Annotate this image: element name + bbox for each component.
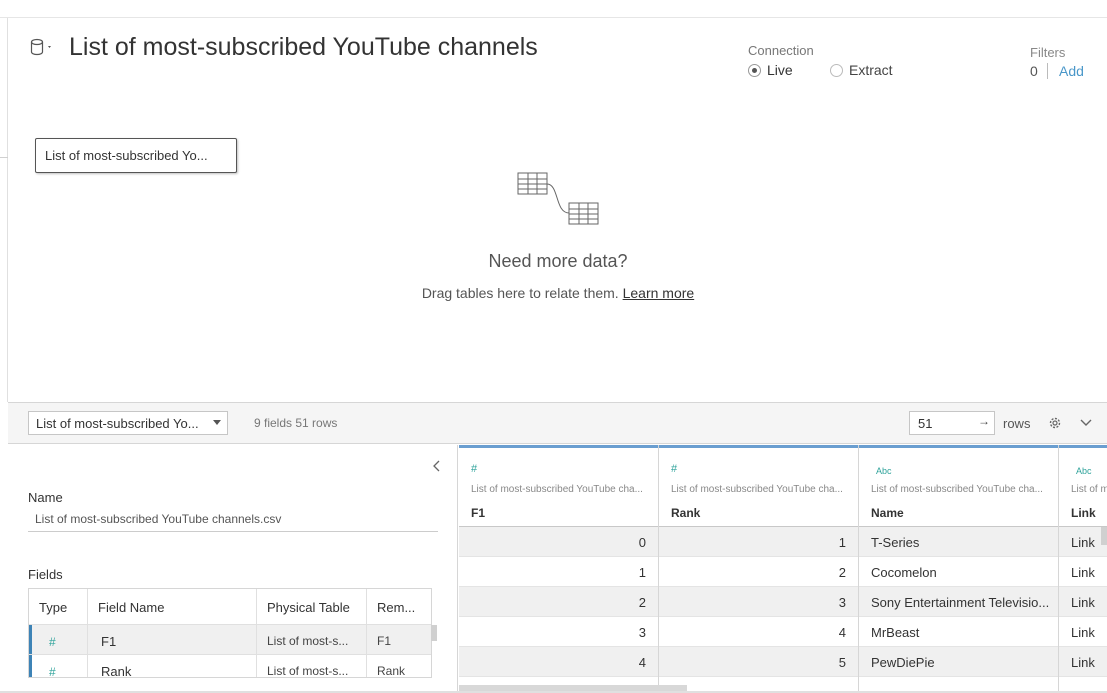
left-edge-panel: [0, 18, 8, 402]
number-type-icon[interactable]: #: [471, 463, 477, 475]
grid-cell[interactable]: PewDiePie: [859, 647, 1058, 677]
grid-cell[interactable]: 4: [459, 647, 658, 677]
grid-column-link: Abc List of m Link Link Link Link Link L…: [1059, 445, 1107, 693]
fields-table-scrollbar[interactable]: [431, 625, 437, 641]
column-source-label: List of most-subscribed YouTube cha...: [471, 484, 643, 495]
grid-cell[interactable]: MrBeast: [859, 617, 1058, 647]
column-source-label: List of most-subscribed YouTube cha...: [671, 484, 843, 495]
extract-radio-label[interactable]: Extract: [849, 62, 893, 78]
logical-table-box[interactable]: List of most-subscribed Yo...: [35, 138, 237, 173]
grid-cell[interactable]: Link: [1059, 557, 1107, 587]
column-source-label: List of m: [1071, 484, 1107, 495]
connection-label: Connection: [748, 43, 814, 58]
grid-cell[interactable]: 2: [459, 587, 658, 617]
number-type-icon[interactable]: #: [29, 625, 88, 654]
column-header-field-name[interactable]: Field Name: [88, 589, 257, 624]
column-header-physical-table[interactable]: Physical Table: [257, 589, 367, 624]
grid-cell[interactable]: 2: [659, 557, 858, 587]
grid-column-header[interactable]: Abc List of m Link: [1059, 445, 1107, 527]
physical-table-cell: List of most-s...: [257, 655, 367, 677]
grid-cell[interactable]: 3: [459, 617, 658, 647]
top-strip: [0, 0, 1107, 18]
grid-cell[interactable]: Sony Entertainment Televisio...: [859, 587, 1058, 617]
left-edge-divider: [0, 157, 8, 158]
column-header-type[interactable]: Type: [29, 589, 88, 624]
grid-cell[interactable]: Cocomelon: [859, 557, 1058, 587]
name-field-underline: [28, 531, 438, 532]
grid-column-header[interactable]: # List of most-subscribed YouTube cha...…: [459, 445, 658, 527]
field-name-cell[interactable]: F1: [88, 625, 257, 654]
database-icon[interactable]: [30, 38, 58, 58]
need-more-data-heading: Need more data?: [488, 251, 628, 271]
number-type-icon[interactable]: #: [671, 463, 677, 475]
grid-cell[interactable]: 5: [659, 647, 858, 677]
grid-cell[interactable]: 1: [459, 557, 658, 587]
fields-table-header: Type Field Name Physical Table Rem...: [29, 589, 431, 625]
field-name-cell[interactable]: Rank: [88, 655, 257, 677]
fields-rows-summary: 9 fields 51 rows: [254, 416, 338, 430]
extract-radio[interactable]: [830, 64, 843, 77]
column-name[interactable]: Rank: [671, 506, 700, 520]
grid-column-header[interactable]: Abc List of most-subscribed YouTube cha.…: [859, 445, 1058, 527]
name-label: Name: [28, 490, 63, 505]
grid-cell[interactable]: Link: [1059, 587, 1107, 617]
grid-column-f1: # List of most-subscribed YouTube cha...…: [459, 445, 659, 693]
arrow-right-icon[interactable]: →: [978, 414, 990, 428]
grid-cell[interactable]: Link: [1059, 617, 1107, 647]
chevron-down-icon[interactable]: [213, 420, 221, 425]
number-type-icon[interactable]: #: [29, 655, 88, 677]
fields-label: Fields: [28, 567, 63, 582]
fields-table: Type Field Name Physical Table Rem... # …: [28, 588, 432, 678]
learn-more-link[interactable]: Learn more: [623, 285, 695, 301]
filters-label: Filters: [1030, 45, 1066, 60]
grid-column-rank: # List of most-subscribed YouTube cha...…: [659, 445, 859, 693]
grid-cell[interactable]: 4: [659, 617, 858, 647]
table-row[interactable]: # F1 List of most-s... F1: [29, 625, 431, 655]
table-row[interactable]: # Rank List of most-s... Rank: [29, 655, 431, 678]
name-field[interactable]: List of most-subscribed YouTube channels…: [35, 512, 281, 526]
drag-tables-text: Drag tables here to relate them.: [421, 285, 619, 301]
datasource-title[interactable]: List of most-subscribed YouTube channels: [69, 33, 538, 62]
filters-separator: [1047, 63, 1048, 79]
rows-label: rows: [1003, 416, 1031, 431]
column-source-label: List of most-subscribed YouTube cha...: [871, 484, 1043, 495]
filters-count: 0: [1030, 63, 1038, 79]
grid-cell[interactable]: T-Series: [859, 527, 1058, 557]
grid-column-name: Abc List of most-subscribed YouTube cha.…: [859, 445, 1059, 693]
chevron-left-icon[interactable]: [432, 460, 442, 472]
grid-cell[interactable]: Link: [1059, 647, 1107, 677]
add-filter-link[interactable]: Add: [1059, 63, 1084, 79]
grid-vertical-scrollbar[interactable]: [1101, 527, 1107, 545]
relate-tables-icon: [517, 172, 599, 225]
drag-tables-hint: Drag tables here to relate them. Learn m…: [300, 285, 816, 301]
table-select-dropdown[interactable]: List of most-subscribed Yo...: [28, 411, 228, 435]
column-name[interactable]: Name: [871, 506, 904, 520]
grid-cell[interactable]: 1: [659, 527, 858, 557]
gear-icon[interactable]: [1048, 416, 1062, 430]
live-radio-label[interactable]: Live: [767, 62, 793, 78]
grid-cell[interactable]: 3: [659, 587, 858, 617]
live-radio[interactable]: [748, 64, 761, 77]
physical-table-cell: List of most-s...: [257, 625, 367, 654]
string-type-icon[interactable]: Abc: [1076, 466, 1092, 476]
column-name[interactable]: Link: [1071, 506, 1096, 520]
grid-cell[interactable]: Link: [1059, 527, 1107, 557]
grid-column-header[interactable]: # List of most-subscribed YouTube cha...…: [659, 445, 858, 527]
data-grid: # List of most-subscribed YouTube cha...…: [459, 445, 1107, 693]
column-name[interactable]: F1: [471, 506, 485, 520]
column-header-remote[interactable]: Rem...: [367, 589, 431, 624]
remote-name-cell: F1: [377, 634, 392, 648]
remote-name-cell: Rank: [377, 664, 406, 678]
grid-cell[interactable]: 0: [459, 527, 658, 557]
chevron-down-icon[interactable]: [1080, 418, 1092, 428]
string-type-icon[interactable]: Abc: [876, 466, 892, 476]
